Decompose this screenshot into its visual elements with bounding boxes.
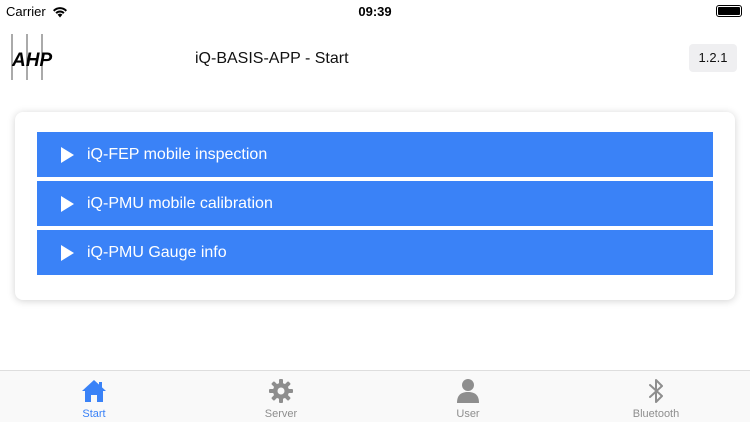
tab-bar: Start Server User Bluetooth xyxy=(0,370,750,422)
tab-label: Server xyxy=(264,408,298,420)
menu-item-label: iQ-FEP mobile inspection xyxy=(87,145,268,163)
status-time: 09:39 xyxy=(358,4,392,19)
tab-server[interactable]: Server xyxy=(221,377,341,420)
user-icon xyxy=(457,379,479,403)
play-icon xyxy=(61,195,74,212)
header: AHP iQ-BASIS-APP - Start 1.2.1 xyxy=(0,30,750,88)
pmu-calibration-button[interactable]: iQ-PMU mobile calibration xyxy=(37,181,713,226)
fep-inspection-button[interactable]: iQ-FEP mobile inspection xyxy=(37,132,713,177)
status-bar: Carrier 09:39 xyxy=(0,0,750,22)
ahp-logo: AHP xyxy=(11,34,52,80)
gear-icon xyxy=(269,379,293,403)
page-title: iQ-BASIS-APP - Start xyxy=(195,50,349,67)
menu-item-label: iQ-PMU Gauge info xyxy=(87,243,227,261)
logo-text: AHP xyxy=(11,50,52,71)
tab-user[interactable]: User xyxy=(408,377,528,420)
home-icon xyxy=(82,380,106,402)
play-icon xyxy=(61,146,74,163)
menu-item-label: iQ-PMU mobile calibration xyxy=(87,194,273,212)
tab-bluetooth[interactable]: Bluetooth xyxy=(596,377,716,420)
bluetooth-icon xyxy=(649,379,663,403)
version-badge[interactable]: 1.2.1 xyxy=(689,44,737,72)
tab-label: Start xyxy=(82,408,106,420)
tab-label: Bluetooth xyxy=(632,408,680,420)
tab-start[interactable]: Start xyxy=(34,377,154,420)
menu-card: iQ-FEP mobile inspection iQ-PMU mobile c… xyxy=(15,112,735,300)
battery-icon xyxy=(716,5,742,17)
play-icon xyxy=(61,244,74,261)
pmu-gauge-info-button[interactable]: iQ-PMU Gauge info xyxy=(37,230,713,275)
tab-label: User xyxy=(456,408,480,420)
